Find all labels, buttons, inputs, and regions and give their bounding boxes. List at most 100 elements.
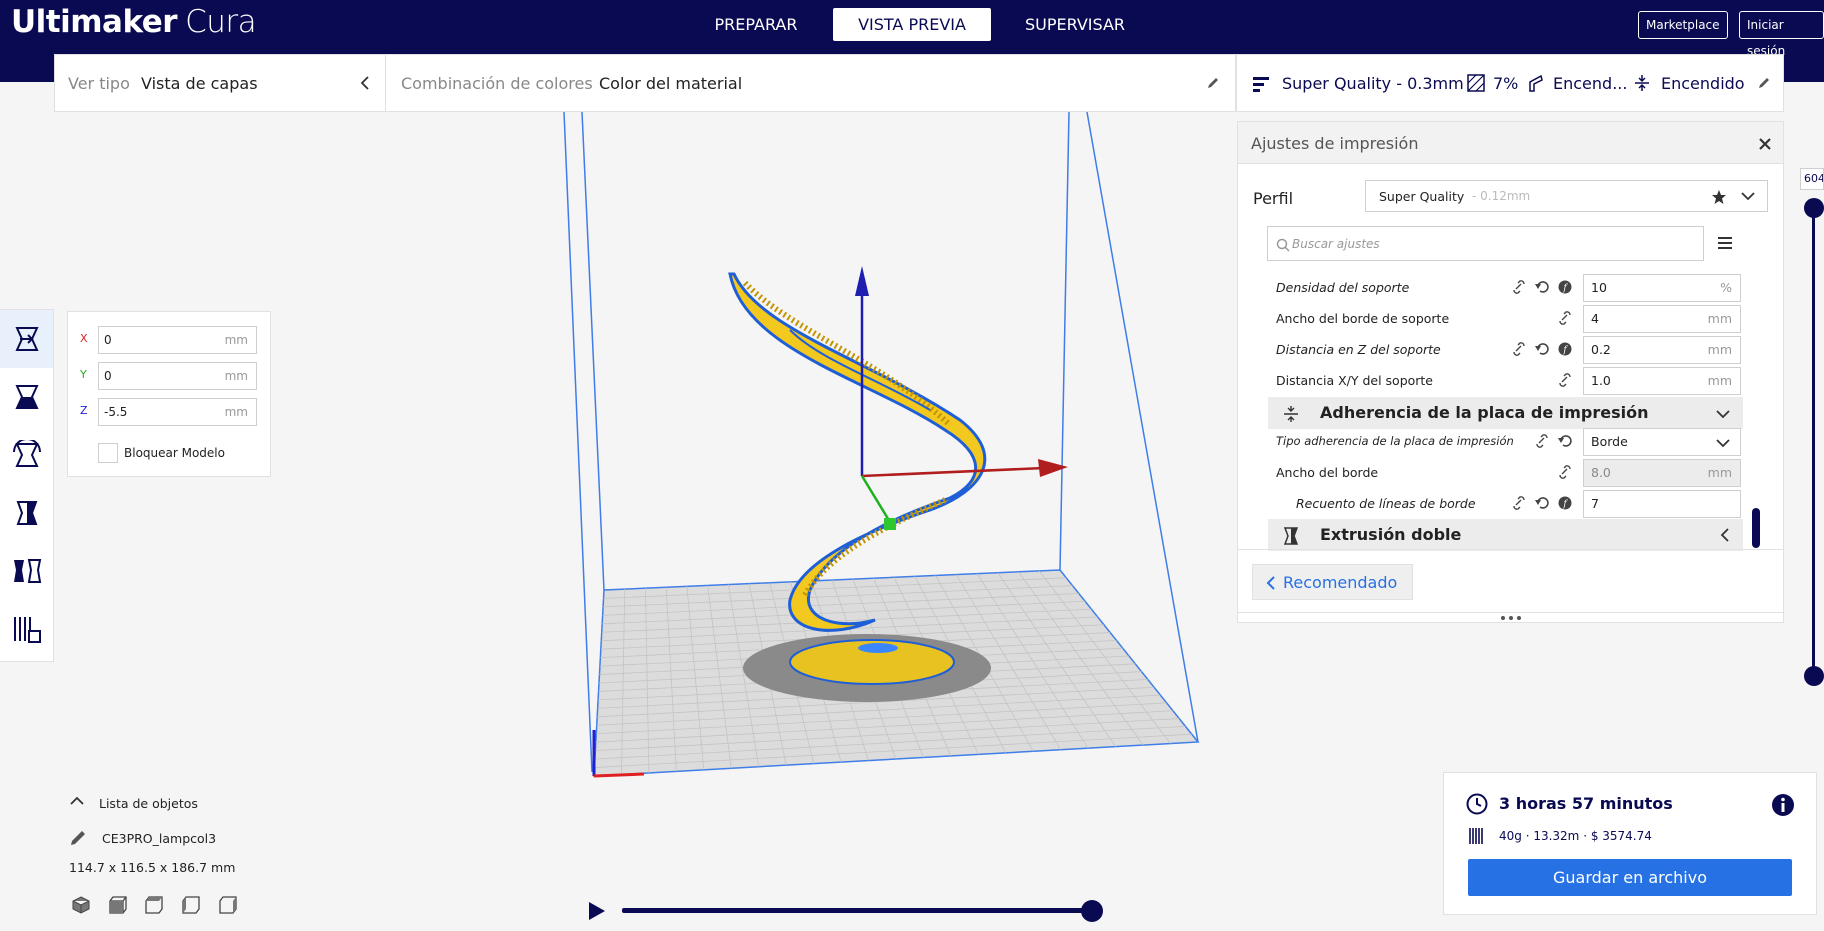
search-icon [1276,238,1290,252]
function-icon[interactable]: f [1558,496,1572,510]
tab-prepare[interactable]: PREPARAR [700,8,812,41]
setting-input[interactable]: 10% [1583,274,1741,302]
view-type-label: Ver tipo [68,74,130,93]
star-icon[interactable] [1711,189,1727,205]
link-icon[interactable] [1512,280,1526,294]
function-icon[interactable]: f [1558,342,1572,356]
infill-icon [1467,74,1485,92]
print-estimate-panel: 3 horas 57 minutos 40g · 13.32m · $ 3574… [1443,772,1817,915]
color-scheme-panel[interactable]: Combinación de colores Color del materia… [385,54,1236,112]
function-icon[interactable]: f [1558,280,1572,294]
recommended-button[interactable]: Recomendado [1252,564,1413,600]
move-tool[interactable] [0,310,53,368]
tab-preview[interactable]: VISTA PREVIA [833,8,991,41]
lock-model-checkbox[interactable] [98,443,118,463]
view-type-value[interactable]: Vista de capas [141,74,258,93]
setting-input[interactable]: 7 [1583,490,1741,518]
reset-icon[interactable] [1535,280,1549,294]
setting-input[interactable]: 8.0 mm [1583,459,1741,487]
clock-icon [1466,793,1488,815]
layer-slider-track[interactable] [1812,200,1815,678]
adhesion-type-select[interactable]: Borde [1583,428,1741,456]
profile-name: Super Quality [1379,189,1465,204]
chevron-left-icon[interactable] [359,76,371,90]
setting-row-brim-width[interactable]: Ancho del borde 8.0 mm [1276,459,1741,487]
rotate-tool[interactable] [0,426,53,484]
setting-row-support-xy-distance[interactable]: Distancia X/Y del soporte 1.0 mm [1276,367,1741,395]
reset-icon[interactable] [1535,496,1549,510]
layer-slider-top-handle[interactable] [1804,198,1824,218]
setting-label: Ancho del borde de soporte [1276,311,1450,326]
print-setup-panel[interactable]: Super Quality - 0.3mm 7% Encend... Encen… [1236,54,1784,112]
setting-row-support-z-distance[interactable]: Distancia en Z del soporte f 0.2 mm [1276,336,1741,364]
simulation-track[interactable] [622,908,1092,913]
link-icon[interactable] [1558,373,1572,387]
setting-input[interactable]: 1.0 mm [1583,367,1741,395]
setting-unit: mm [1707,373,1732,388]
mirror-tool[interactable] [0,484,53,542]
signin-button[interactable]: Iniciar sesión [1739,11,1824,58]
play-icon[interactable] [588,901,606,921]
left-view-icon[interactable] [182,896,200,914]
front-view-icon[interactable] [109,896,127,914]
3d-view-icon[interactable] [72,896,90,914]
search-input[interactable]: Buscar ajustes [1267,226,1704,261]
color-scheme-value[interactable]: Color del material [599,74,742,93]
material-details: 40g · 13.32m · $ 3574.74 [1499,829,1652,843]
menu-icon[interactable] [1717,236,1733,250]
setting-input[interactable]: 0.2 mm [1583,336,1741,364]
layer-number-field[interactable]: 604 [1800,168,1824,190]
simulation-handle[interactable] [1081,900,1103,922]
infill-summary: 7% [1493,74,1519,93]
setting-row-support-density[interactable]: Densidad del soporte f 10% [1276,274,1741,302]
close-icon[interactable] [1758,137,1772,151]
pencil-icon[interactable] [1206,76,1220,90]
link-icon[interactable] [1512,496,1526,510]
setting-input[interactable]: 4 mm [1583,305,1741,333]
y-value: 0 [104,369,112,383]
chevron-up-icon[interactable] [70,796,84,806]
z-unit: mm [224,405,248,419]
x-label: X [80,332,88,345]
category-adhesion[interactable]: Adherencia de la placa de impresión [1268,397,1743,429]
support-summary: Encend... [1553,74,1628,93]
per-model-settings-tool[interactable] [0,542,53,600]
object-list-title[interactable]: Lista de objetos [99,796,198,811]
settings-header: Ajustes de impresión [1238,122,1783,164]
top-view-icon[interactable] [145,896,163,914]
setting-unit: mm [1707,342,1732,357]
pencil-icon[interactable] [69,829,87,847]
view-type-panel[interactable]: Ver tipo Vista de capas [54,54,386,112]
support-blocker-tool[interactable] [0,600,53,658]
link-icon[interactable] [1512,342,1526,356]
y-input[interactable]: 0 mm [98,362,257,390]
category-dual-extrusion[interactable]: Extrusión doble [1268,519,1743,551]
setting-unit: mm [1707,465,1732,480]
setting-row-adhesion-type[interactable]: Tipo adherencia de la placa de impresión… [1276,428,1741,456]
y-unit: mm [224,369,248,383]
support-icon [1529,74,1543,92]
y-label: Y [80,368,87,381]
tab-monitor[interactable]: SUPERVISAR [1010,8,1140,41]
setting-row-brim-line-count[interactable]: Recuento de líneas de borde f 7 [1276,490,1741,518]
save-to-file-button[interactable]: Guardar en archivo [1468,859,1792,896]
info-icon[interactable] [1771,793,1795,817]
scale-tool[interactable] [0,368,53,426]
resize-handle-icon[interactable] [1500,615,1522,621]
category-label: Extrusión doble [1320,525,1462,544]
reset-icon[interactable] [1558,434,1572,448]
link-icon[interactable] [1535,434,1549,448]
adhesion-summary: Encendido [1661,74,1745,93]
marketplace-button[interactable]: Marketplace [1638,11,1728,39]
pencil-icon[interactable] [1757,76,1771,90]
x-input[interactable]: 0 mm [98,326,257,354]
link-icon[interactable] [1558,311,1572,325]
profile-select[interactable]: Super Quality - 0.12mm [1365,180,1768,212]
setting-row-support-brim-width[interactable]: Ancho del borde de soporte 4 mm [1276,305,1741,333]
reset-icon[interactable] [1535,342,1549,356]
layer-slider-bottom-handle[interactable] [1804,666,1824,686]
settings-scrollbar[interactable] [1752,508,1760,548]
right-view-icon[interactable] [219,896,237,914]
link-icon[interactable] [1558,465,1572,479]
z-input[interactable]: -5.5 mm [98,398,257,426]
